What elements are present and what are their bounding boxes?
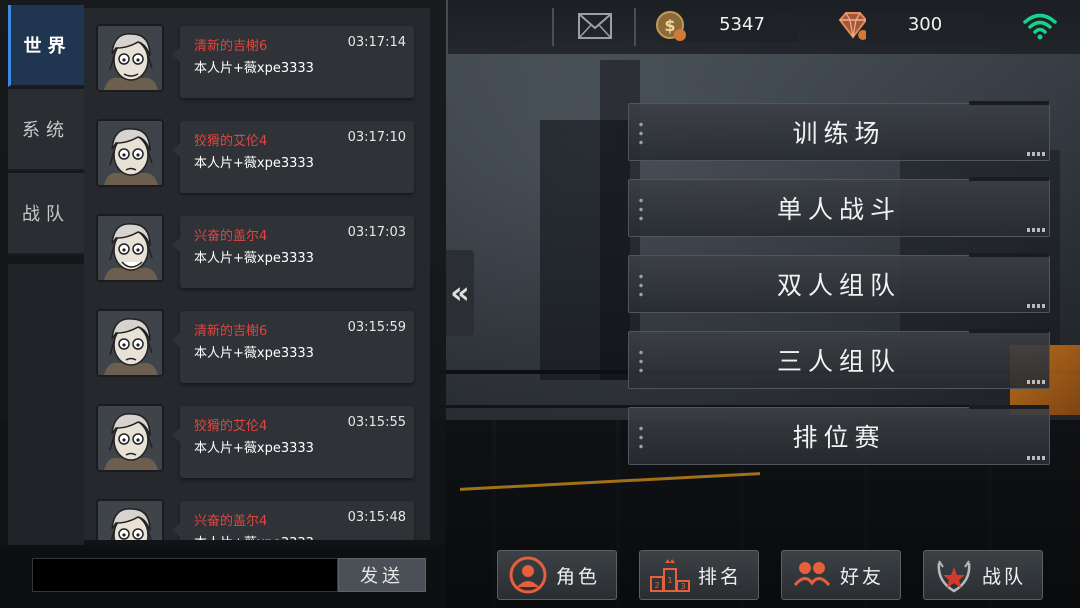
chat-input[interactable]: [32, 558, 338, 592]
mode-label: 单人战斗: [776, 195, 901, 224]
sender-name[interactable]: 清新的吉榭6: [194, 320, 267, 339]
message-time: 03:15:55: [347, 415, 406, 430]
mode-label: 训练场: [792, 119, 886, 148]
chat-panel: 世界 系统 战队 清新的吉榭6 03:17:14 本人片+薇xpe3333 狡猾…: [0, 0, 446, 608]
tab-system[interactable]: 系统: [8, 89, 84, 171]
decor-corner: [1027, 152, 1045, 156]
decor-line: [969, 177, 1049, 181]
chat-message: 狡猾的艾伦4 03:17:10 本人片+薇xpe3333: [84, 103, 430, 198]
player-avatar-icon[interactable]: [96, 309, 164, 377]
divider: [552, 8, 554, 46]
team-button[interactable]: 战队: [923, 550, 1043, 600]
message-text: 本人片+薇xpe3333: [194, 532, 314, 540]
decor-line: [969, 329, 1049, 333]
friends-button[interactable]: 好友: [781, 550, 901, 600]
decor-line: [969, 405, 1049, 409]
mode-label: 双人组队: [776, 271, 901, 300]
character-button[interactable]: 角色: [497, 550, 617, 600]
divider: [634, 8, 636, 46]
svg-text:1: 1: [667, 576, 672, 585]
chat-message-list[interactable]: 清新的吉榭6 03:17:14 本人片+薇xpe3333 狡猾的艾伦4 03:1…: [84, 8, 430, 540]
player-avatar-icon[interactable]: [96, 24, 164, 92]
chat-input-row: 发送: [32, 558, 428, 592]
message-text: 本人片+薇xpe3333: [194, 251, 314, 266]
team-emblem-icon: [932, 553, 976, 597]
decor-corner: [1027, 456, 1045, 460]
message-bubble: 清新的吉榭6 03:15:59 本人片+薇xpe3333: [172, 311, 414, 383]
message-time: 03:17:10: [347, 130, 406, 145]
solo-battle-button[interactable]: 单人战斗: [628, 177, 1050, 237]
message-bubble: 清新的吉榭6 03:17:14 本人片+薇xpe3333: [172, 26, 414, 98]
message-time: 03:17:03: [347, 225, 406, 240]
message-time: 03:17:14: [347, 35, 406, 50]
mode-label: 排位赛: [792, 423, 886, 452]
message-text: 本人片+薇xpe3333: [194, 156, 314, 171]
sender-name[interactable]: 兴奋的盖尔4: [194, 510, 267, 529]
decor-corner: [1027, 380, 1045, 384]
nav-label: 战队: [982, 565, 1027, 588]
tab-bar-filler: [8, 264, 84, 545]
decor-dots: [638, 348, 644, 374]
message-text: 本人片+薇xpe3333: [194, 441, 314, 456]
message-time: 03:15:59: [347, 320, 406, 335]
decor-dots: [638, 120, 644, 146]
top-resource-bar: $ 5347 300: [448, 0, 1080, 54]
player-avatar-icon[interactable]: [96, 214, 164, 282]
wifi-icon: [1022, 12, 1058, 40]
message-text: 本人片+薇xpe3333: [194, 346, 314, 361]
duo-team-button[interactable]: 双人组队: [628, 253, 1050, 313]
ranking-podium-icon: 2 1 3: [648, 553, 692, 597]
training-ground-button[interactable]: 训练场: [628, 101, 1050, 161]
send-button[interactable]: 发送: [338, 558, 426, 592]
nav-label: 排名: [698, 565, 743, 588]
chat-message: 清新的吉榭6 03:15:59 本人片+薇xpe3333: [84, 293, 430, 388]
svg-text:2: 2: [654, 581, 659, 590]
chat-message: 狡猾的艾伦4 03:15:55 本人片+薇xpe3333: [84, 388, 430, 483]
mail-icon[interactable]: [578, 13, 612, 39]
ranked-match-button[interactable]: 排位赛: [628, 405, 1050, 465]
chat-message: 兴奋的盖尔4 03:15:48 本人片+薇xpe3333: [84, 483, 430, 540]
decor-corner: [1027, 304, 1045, 308]
tab-team[interactable]: 战队: [8, 173, 84, 255]
nav-label: 角色: [556, 565, 601, 588]
message-time: 03:15:48: [347, 510, 406, 525]
collapse-chat-button[interactable]: «: [446, 250, 474, 336]
chat-message: 兴奋的盖尔4 03:17:03 本人片+薇xpe3333: [84, 198, 430, 293]
message-bubble: 兴奋的盖尔4 03:15:48 本人片+薇xpe3333: [172, 501, 414, 540]
mode-label: 三人组队: [776, 347, 901, 376]
friends-icon: [790, 553, 834, 597]
nav-label: 好友: [840, 565, 885, 588]
decor-dots: [638, 272, 644, 298]
decor-line: [969, 253, 1049, 257]
chat-message: 清新的吉榭6 03:17:14 本人片+薇xpe3333: [84, 8, 430, 103]
decor-dots: [638, 424, 644, 450]
decor-dots: [638, 196, 644, 222]
sender-name[interactable]: 狡猾的艾伦4: [194, 130, 267, 149]
svg-text:3: 3: [680, 582, 685, 591]
message-bubble: 狡猾的艾伦4 03:15:55 本人片+薇xpe3333: [172, 406, 414, 478]
player-avatar-icon[interactable]: [96, 404, 164, 472]
coin-counter: 5347: [719, 14, 765, 35]
message-text: 本人片+薇xpe3333: [194, 61, 314, 76]
player-avatar-icon[interactable]: [96, 499, 164, 540]
tab-world[interactable]: 世界: [8, 5, 84, 87]
character-icon: [506, 553, 550, 597]
sender-name[interactable]: 兴奋的盖尔4: [194, 225, 267, 244]
gem-icon: [836, 10, 870, 42]
player-avatar-icon[interactable]: [96, 119, 164, 187]
message-bubble: 兴奋的盖尔4 03:17:03 本人片+薇xpe3333: [172, 216, 414, 288]
message-bubble: 狡猾的艾伦4 03:17:10 本人片+薇xpe3333: [172, 121, 414, 193]
decor-line: [969, 101, 1049, 105]
gem-counter: 300: [907, 14, 943, 35]
svg-text:$: $: [664, 16, 675, 35]
ranking-button[interactable]: 2 1 3 排名: [639, 550, 759, 600]
coin-icon: $: [656, 10, 688, 42]
sender-name[interactable]: 狡猾的艾伦4: [194, 415, 267, 434]
decor-corner: [1027, 228, 1045, 232]
trio-team-button[interactable]: 三人组队: [628, 329, 1050, 389]
sender-name[interactable]: 清新的吉榭6: [194, 35, 267, 54]
chat-tab-bar: 世界 系统 战队: [8, 0, 84, 545]
